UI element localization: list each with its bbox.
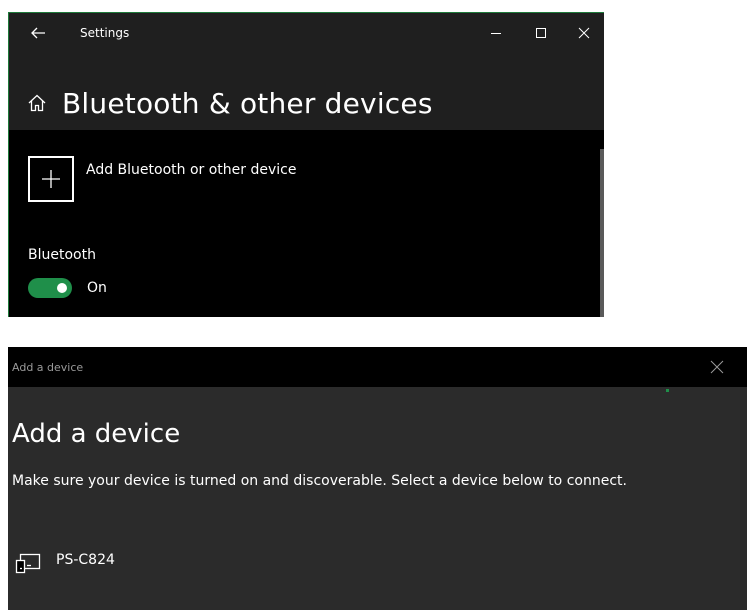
add-device-label[interactable]: Add Bluetooth or other device [86,162,296,178]
page-title: Bluetooth & other devices [62,86,433,120]
settings-header: Settings Bluetooth & other devices [9,13,604,130]
close-button[interactable] [572,21,596,45]
add-device-button[interactable]: Add Bluetooth or other device [28,156,296,202]
bluetooth-label: Bluetooth [28,247,96,263]
window-title: Settings [80,26,130,40]
back-arrow-icon [31,27,45,39]
minimize-button[interactable] [484,21,508,45]
dialog-close-button[interactable] [709,359,725,375]
back-button[interactable] [27,22,49,44]
bluetooth-toggle-row: On [28,278,107,298]
add-tile[interactable] [28,156,74,202]
minimize-icon [491,33,501,34]
device-icon [15,553,41,574]
title-bar: Settings [9,13,604,53]
scrollbar[interactable] [600,149,604,317]
close-icon [578,27,590,39]
bluetooth-toggle[interactable] [28,278,72,298]
device-name[interactable]: PS-C824 [56,552,115,568]
add-device-dialog: Add a device Add a device Make sure your… [8,347,747,610]
progress-dot [666,389,669,392]
dialog-window-title: Add a device [12,361,84,374]
dialog-heading: Add a device [12,419,181,449]
maximize-button[interactable] [529,21,553,45]
toggle-state-label: On [87,280,107,296]
toggle-knob [57,283,67,293]
device-list-item[interactable]: PS-C824 [14,551,115,575]
maximize-icon [536,28,546,38]
plus-icon [42,170,60,188]
settings-content: Add Bluetooth or other device Bluetooth … [9,130,604,317]
home-icon[interactable] [26,92,48,114]
settings-window: Settings Bluetooth & other devices Add B… [8,12,604,317]
page-heading: Bluetooth & other devices [26,85,433,121]
dialog-title-bar: Add a device [8,347,747,387]
dialog-description: Make sure your device is turned on and d… [12,473,627,489]
close-icon [710,360,724,374]
